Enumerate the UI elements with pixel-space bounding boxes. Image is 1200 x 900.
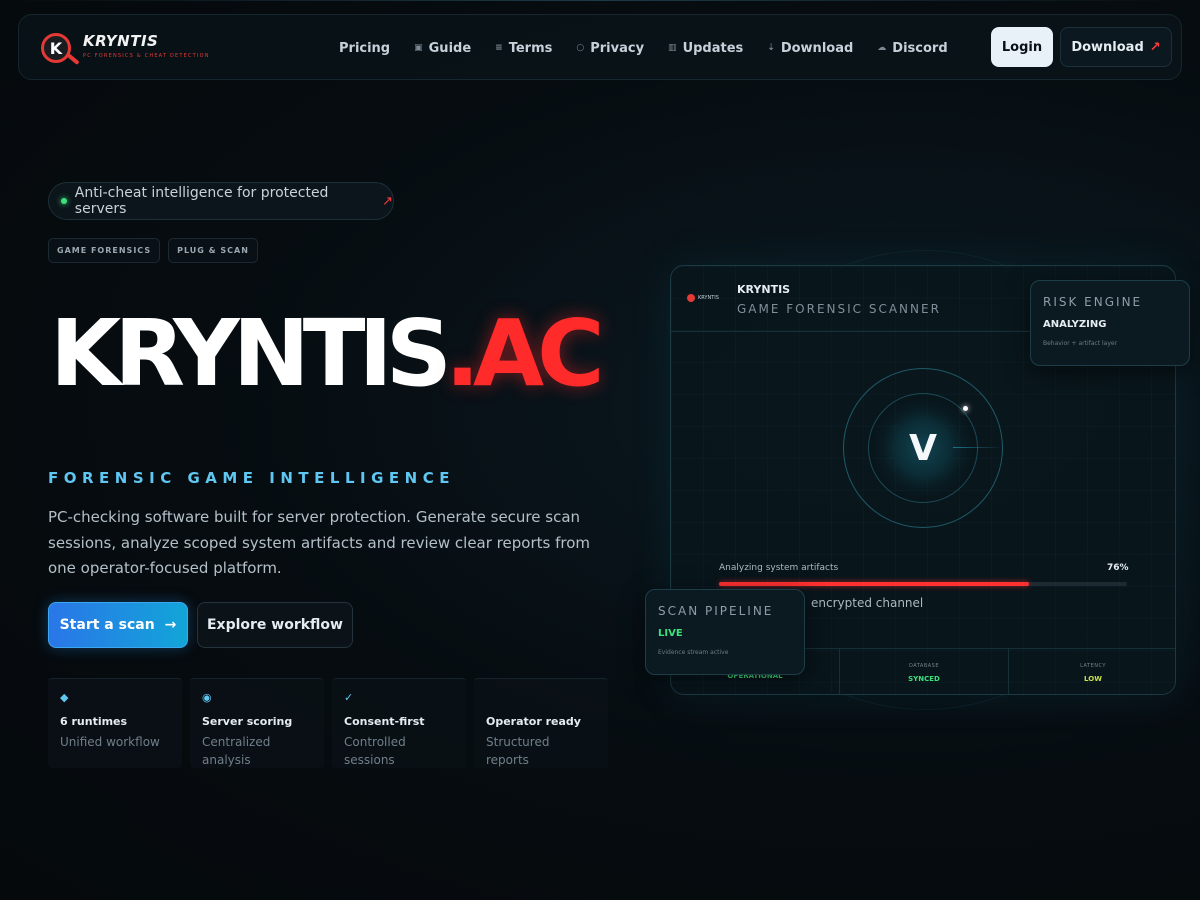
privacy-icon: ○ bbox=[576, 43, 585, 53]
stat-latency: LATENCY LOW bbox=[1009, 649, 1175, 694]
stat-value: SYNCED bbox=[908, 674, 940, 683]
external-arrow-icon: ↗ bbox=[1149, 39, 1161, 55]
nav-link-discord[interactable]: ☁ Discord bbox=[877, 41, 947, 56]
feature-list: ◆ 6 runtimes Unified workflow ◉ Server s… bbox=[48, 678, 608, 768]
top-divider bbox=[0, 0, 1200, 1]
nav-link-label: Discord bbox=[892, 40, 948, 56]
scan-pipeline-title: SCAN PIPELINE bbox=[658, 604, 774, 618]
discord-icon: ☁ bbox=[877, 43, 887, 53]
scanner-subtitle: GAME FORENSIC SCANNER bbox=[737, 302, 941, 316]
hero-title: KRYNTIS.AC bbox=[50, 300, 605, 407]
feature-title: Consent-first bbox=[344, 715, 425, 728]
stat-label: DATABASE bbox=[908, 662, 940, 669]
feature-subtitle: Structured reports bbox=[486, 735, 550, 767]
stat-value: LOW bbox=[1084, 674, 1102, 683]
feature-title: Operator ready bbox=[486, 715, 581, 728]
progress-label: Analyzing system artifacts bbox=[719, 563, 839, 573]
progress-bar bbox=[719, 582, 1127, 586]
stat-database: DATABASE SYNCED bbox=[840, 649, 1009, 694]
scan-pipeline-note: Evidence stream active bbox=[658, 649, 729, 656]
progress-value: 76% bbox=[1107, 563, 1129, 573]
nav-link-download[interactable]: ⇣ Download bbox=[767, 41, 853, 56]
nav-link-label: Download bbox=[780, 40, 854, 56]
feature-icon-empty bbox=[486, 691, 596, 707]
radar-blip bbox=[963, 406, 968, 411]
nav-link-label: Terms bbox=[508, 40, 553, 56]
mini-logo-icon bbox=[687, 294, 695, 302]
feature-card: ◆ 6 runtimes Unified workflow bbox=[48, 678, 182, 768]
diamond-icon: ◆ bbox=[60, 691, 69, 704]
arrow-right-icon: → bbox=[164, 617, 177, 633]
logo-magnifier-icon: K bbox=[41, 33, 71, 63]
nav-link-updates[interactable]: ▥ Updates bbox=[668, 41, 743, 56]
feature-subtitle: Centralized analysis bbox=[202, 735, 271, 767]
radar-core: V bbox=[893, 418, 953, 478]
updates-icon: ▥ bbox=[668, 43, 677, 53]
scanner-name: KRYNTIS bbox=[737, 283, 791, 296]
risk-engine-title: RISK ENGINE bbox=[1043, 295, 1143, 309]
guide-icon: ▣ bbox=[414, 43, 423, 53]
feature-card: ◉ Server scoring Centralized analysis bbox=[190, 678, 324, 768]
hero-description: PC-checking software built for server pr… bbox=[48, 508, 590, 577]
download-button[interactable]: Download ↗ bbox=[1060, 27, 1172, 67]
hero-subtitle: FORENSIC GAME INTELLIGENCE bbox=[48, 469, 455, 487]
brand-tagline: PC FORENSICS & CHEAT DETECTION bbox=[83, 53, 210, 59]
mini-logo-text: KRYNTIS bbox=[698, 295, 719, 301]
scanner-mini-logo: KRYNTIS bbox=[687, 294, 719, 302]
scan-pipeline-card: SCAN PIPELINE LIVE Evidence stream activ… bbox=[645, 589, 805, 675]
nav-link-label: Guide bbox=[428, 40, 472, 56]
tag-plug-scan: PLUG & SCAN bbox=[168, 238, 258, 263]
status-dot-icon bbox=[61, 198, 67, 204]
scan-pipeline-status: LIVE bbox=[658, 628, 683, 639]
nav-links: Pricing ▣ Guide ≡ Terms ○ Privacy ▥ Upda… bbox=[339, 15, 948, 81]
risk-engine-note: Behavior + artifact layer bbox=[1043, 340, 1118, 347]
start-scan-button[interactable]: Start a scan → bbox=[48, 602, 188, 648]
hero-tags: GAME FORENSICS PLUG & SCAN bbox=[48, 238, 258, 263]
terms-icon: ≡ bbox=[495, 43, 503, 53]
check-icon: ✓ bbox=[344, 691, 354, 704]
download-icon: ⇣ bbox=[767, 43, 775, 53]
brand-logo[interactable]: K KRYNTIS PC FORENSICS & CHEAT DETECTION bbox=[41, 31, 221, 67]
download-button-label: Download bbox=[1071, 39, 1144, 55]
feature-title: 6 runtimes bbox=[60, 715, 128, 728]
hero-title-accent: .AC bbox=[444, 300, 605, 407]
risk-engine-card: RISK ENGINE ANALYZING Behavior + artifac… bbox=[1030, 280, 1190, 366]
feature-title: Server scoring bbox=[202, 715, 293, 728]
nav-link-privacy[interactable]: ○ Privacy bbox=[576, 41, 644, 56]
feature-subtitle: Controlled sessions bbox=[344, 735, 406, 767]
logo-magnifier-handle bbox=[66, 52, 80, 66]
announcement-pill[interactable]: Anti-cheat intelligence for protected se… bbox=[48, 182, 394, 220]
brand-name: KRYNTIS bbox=[83, 32, 159, 50]
nav-link-label: Updates bbox=[682, 40, 744, 56]
channel-status: encrypted channel bbox=[811, 596, 924, 610]
feature-card: ✓ Consent-first Controlled sessions bbox=[332, 678, 466, 768]
external-arrow-icon: ↗ bbox=[382, 193, 393, 209]
explore-workflow-button[interactable]: Explore workflow bbox=[197, 602, 353, 648]
login-button[interactable]: Login bbox=[991, 27, 1053, 67]
nav-link-guide[interactable]: ▣ Guide bbox=[414, 41, 471, 56]
risk-engine-status: ANALYZING bbox=[1043, 319, 1107, 330]
stat-label: LATENCY bbox=[1080, 662, 1106, 669]
announcement-text: Anti-cheat intelligence for protected se… bbox=[74, 185, 329, 217]
nav-link-pricing[interactable]: Pricing bbox=[339, 41, 390, 56]
radar-core-letter: V bbox=[909, 427, 937, 469]
nav-link-terms[interactable]: ≡ Terms bbox=[495, 41, 552, 56]
logo-letter: K bbox=[49, 38, 63, 58]
target-icon: ◉ bbox=[202, 691, 212, 704]
progress-fill bbox=[719, 582, 1030, 586]
nav-link-label: Privacy bbox=[590, 40, 645, 56]
feature-subtitle: Unified workflow bbox=[60, 735, 160, 749]
navbar: K KRYNTIS PC FORENSICS & CHEAT DETECTION… bbox=[18, 14, 1182, 80]
tag-game-forensics: GAME FORENSICS bbox=[48, 238, 161, 263]
nav-link-label: Pricing bbox=[339, 40, 391, 56]
start-scan-label: Start a scan bbox=[59, 617, 155, 633]
hero-title-main: KRYNTIS bbox=[50, 300, 452, 407]
feature-card: Operator ready Structured reports bbox=[474, 678, 608, 768]
